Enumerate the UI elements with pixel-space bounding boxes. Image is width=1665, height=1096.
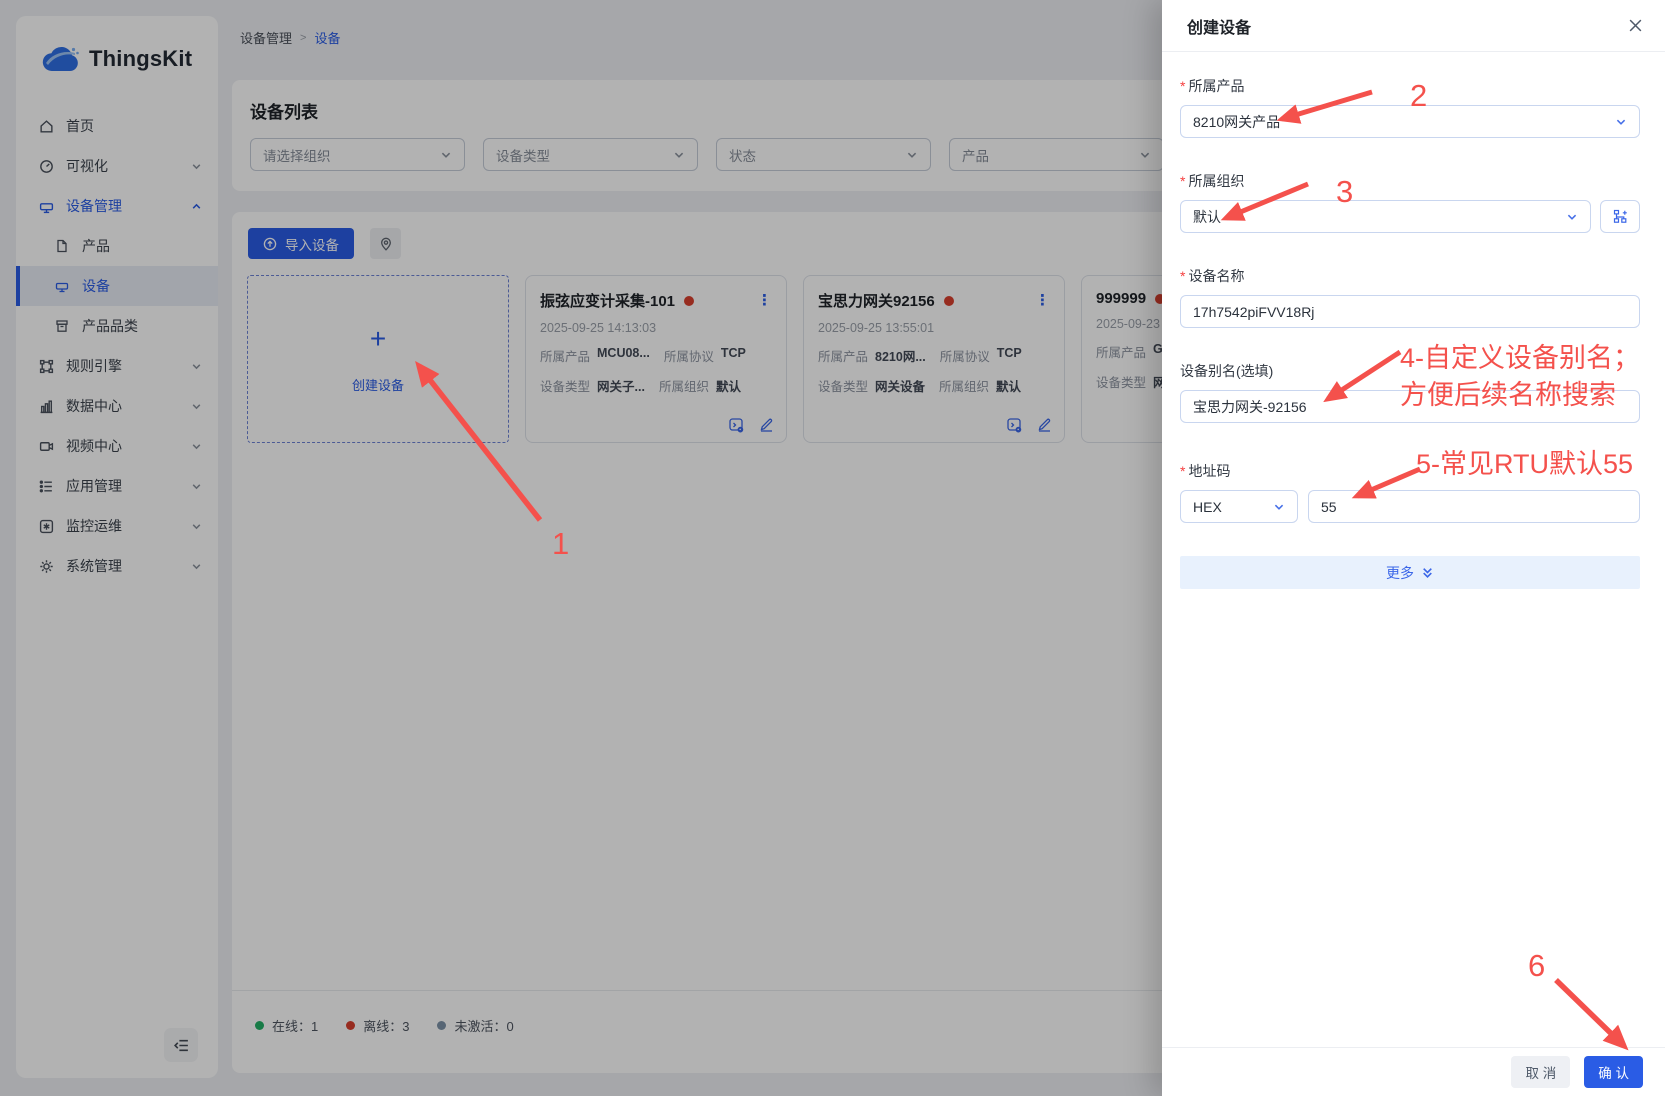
address-code-input[interactable] xyxy=(1308,490,1640,523)
field-organization: 所属组织 默认 xyxy=(1180,171,1640,233)
field-address-code: 地址码 HEX xyxy=(1180,461,1640,523)
create-device-drawer: 创建设备 所属产品 8210网关产品 所属组织 默认 xyxy=(1162,0,1665,1096)
device-alias-label: 设备别名(选填) xyxy=(1180,363,1274,379)
device-name-label: 设备名称 xyxy=(1180,266,1640,286)
product-label: 所属产品 xyxy=(1180,76,1640,96)
device-alias-input[interactable] xyxy=(1180,390,1640,423)
field-device-alias: 设备别名(选填) xyxy=(1180,361,1640,423)
double-chevron-down-icon xyxy=(1421,566,1434,579)
field-device-name: 设备名称 xyxy=(1180,266,1640,328)
close-icon[interactable] xyxy=(1628,18,1643,33)
address-code-label: 地址码 xyxy=(1180,461,1640,481)
organization-label: 所属组织 xyxy=(1180,171,1640,191)
product-select[interactable]: 8210网关产品 xyxy=(1180,105,1640,138)
organization-select[interactable]: 默认 xyxy=(1180,200,1591,233)
add-organization-button[interactable] xyxy=(1600,200,1640,233)
address-mode-select[interactable]: HEX xyxy=(1180,490,1298,523)
confirm-button[interactable]: 确 认 xyxy=(1584,1056,1643,1088)
chevron-down-icon xyxy=(1615,116,1627,128)
field-product: 所属产品 8210网关产品 xyxy=(1180,76,1640,138)
app-root: ThingsKit 首页 可视化 设备管理 产品 设备 产品品类 规则引擎 数据… xyxy=(0,0,1665,1096)
chevron-down-icon xyxy=(1273,501,1285,513)
drawer-footer: 取 消 确 认 xyxy=(1162,1047,1665,1096)
device-name-input[interactable] xyxy=(1180,295,1640,328)
more-options-toggle[interactable]: 更多 xyxy=(1180,556,1640,589)
cancel-button[interactable]: 取 消 xyxy=(1511,1056,1571,1088)
chevron-down-icon xyxy=(1566,211,1578,223)
org-tree-icon xyxy=(1613,209,1628,224)
drawer-header: 创建设备 xyxy=(1162,0,1665,52)
drawer-body: 所属产品 8210网关产品 所属组织 默认 xyxy=(1162,52,1665,1047)
drawer-title: 创建设备 xyxy=(1187,19,1252,37)
